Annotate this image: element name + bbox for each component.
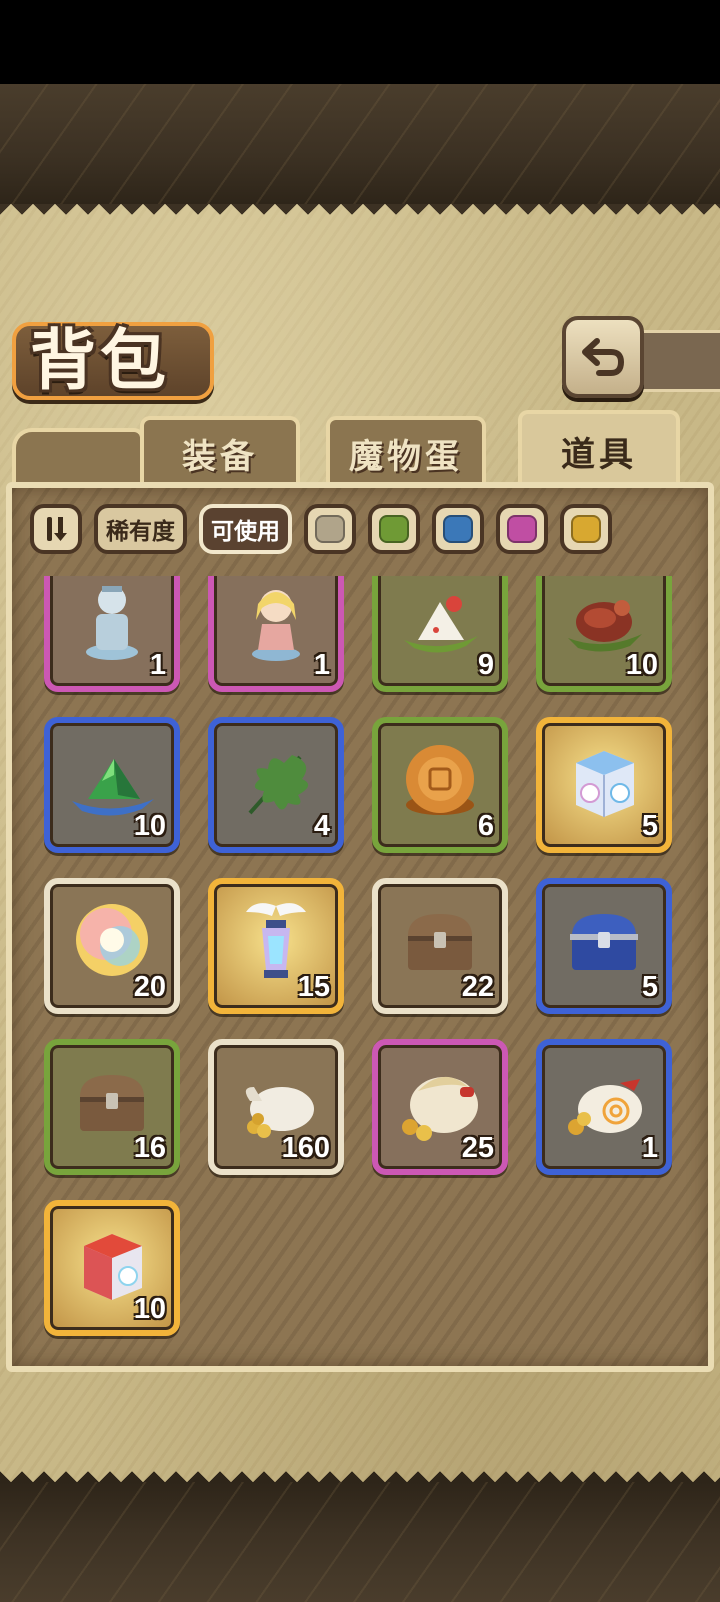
rarity-swatch-gold[interactable] <box>560 504 612 554</box>
sort-button[interactable] <box>30 504 82 554</box>
sort-icon <box>47 517 67 541</box>
item-quantity: 10 <box>133 810 166 842</box>
inventory-item-wooden-chest-green[interactable]: 16 <box>44 1039 180 1175</box>
tab-equipment[interactable]: 装备 <box>140 416 300 486</box>
rarity-filter-button[interactable]: 稀有度 <box>94 504 187 554</box>
leaf-icon <box>232 735 320 823</box>
coin-sack-spiral-icon <box>560 1057 648 1145</box>
inventory-item-figurine-girl[interactable]: 1 <box>208 576 344 692</box>
tab-monster-eggs[interactable]: 魔物蛋 <box>326 416 486 486</box>
mooncake-icon <box>396 735 484 823</box>
item-quantity: 5 <box>641 971 658 1003</box>
item-quantity: 160 <box>281 1132 330 1164</box>
item-quantity: 6 <box>477 810 494 842</box>
inventory-item-rice-dumpling[interactable]: 9 <box>372 576 508 692</box>
item-quantity: 10 <box>133 1293 166 1325</box>
inventory-item-green-zongzi[interactable]: 10 <box>44 717 180 853</box>
inventory-item-herb-leaf[interactable]: 4 <box>208 717 344 853</box>
inventory-item-blue-mystery-box[interactable]: 5 <box>536 717 672 853</box>
figurine-girl-icon <box>232 576 320 662</box>
inventory-item-coin-sack-spiral[interactable]: 1 <box>536 1039 672 1175</box>
item-quantity: 1 <box>641 1132 658 1164</box>
rice-ball-icon <box>396 576 484 662</box>
item-quantity: 15 <box>297 971 330 1003</box>
back-button[interactable] <box>562 316 644 398</box>
inventory-item-mooncake[interactable]: 6 <box>372 717 508 853</box>
tab-items[interactable]: 道具 <box>518 410 680 488</box>
inventory-item-wooden-chest-gray[interactable]: 22 <box>372 878 508 1014</box>
torn-edge-bottom <box>0 1460 720 1482</box>
blue-chest-icon <box>560 896 648 984</box>
item-quantity: 16 <box>133 1132 166 1164</box>
inventory-item-figurine-gray[interactable]: 1 <box>44 576 180 692</box>
item-grid: 1 1 9 10 10 4 6 5 20 15 22 5 16 160 25 1 10 <box>44 576 672 1336</box>
figurine-icon <box>68 576 156 662</box>
inventory-item-rainbow-orb[interactable]: 20 <box>44 878 180 1014</box>
map-background-top <box>0 84 720 204</box>
usable-filter-button[interactable]: 可使用 <box>199 504 292 554</box>
inventory-item-winged-lantern[interactable]: 15 <box>208 878 344 1014</box>
item-quantity: 1 <box>149 649 166 681</box>
rarity-swatch-green[interactable] <box>368 504 420 554</box>
torn-edge-top <box>0 204 720 226</box>
blue-box-icon <box>560 735 648 823</box>
page-title: 背包 <box>30 321 170 399</box>
map-background-bottom <box>0 1482 720 1602</box>
item-quantity: 9 <box>477 649 494 681</box>
item-grid-viewport[interactable]: 1 1 9 10 10 4 6 5 20 15 22 5 16 160 25 1 10 <box>30 576 692 1356</box>
inventory-item-roasted-meat[interactable]: 10 <box>536 576 672 692</box>
inventory-item-coin-sack-small[interactable]: 160 <box>208 1039 344 1175</box>
item-quantity: 10 <box>625 649 658 681</box>
item-quantity: 22 <box>461 971 494 1003</box>
rarity-swatch-gray[interactable] <box>304 504 356 554</box>
return-arrow-icon <box>582 338 625 376</box>
item-quantity: 5 <box>641 810 658 842</box>
item-quantity: 1 <box>313 649 330 681</box>
item-quantity: 20 <box>133 971 166 1003</box>
rarity-swatch-purple[interactable] <box>496 504 548 554</box>
inventory-item-blue-chest[interactable]: 5 <box>536 878 672 1014</box>
status-bar <box>0 0 720 84</box>
tab-stub <box>12 428 144 488</box>
filter-bar: 稀有度 可使用 <box>30 502 612 556</box>
inventory-item-red-mystery-box[interactable]: 10 <box>44 1200 180 1336</box>
item-quantity: 25 <box>461 1132 494 1164</box>
inventory-item-coin-sack-large[interactable]: 25 <box>372 1039 508 1175</box>
rarity-swatch-blue[interactable] <box>432 504 484 554</box>
item-quantity: 4 <box>313 810 330 842</box>
